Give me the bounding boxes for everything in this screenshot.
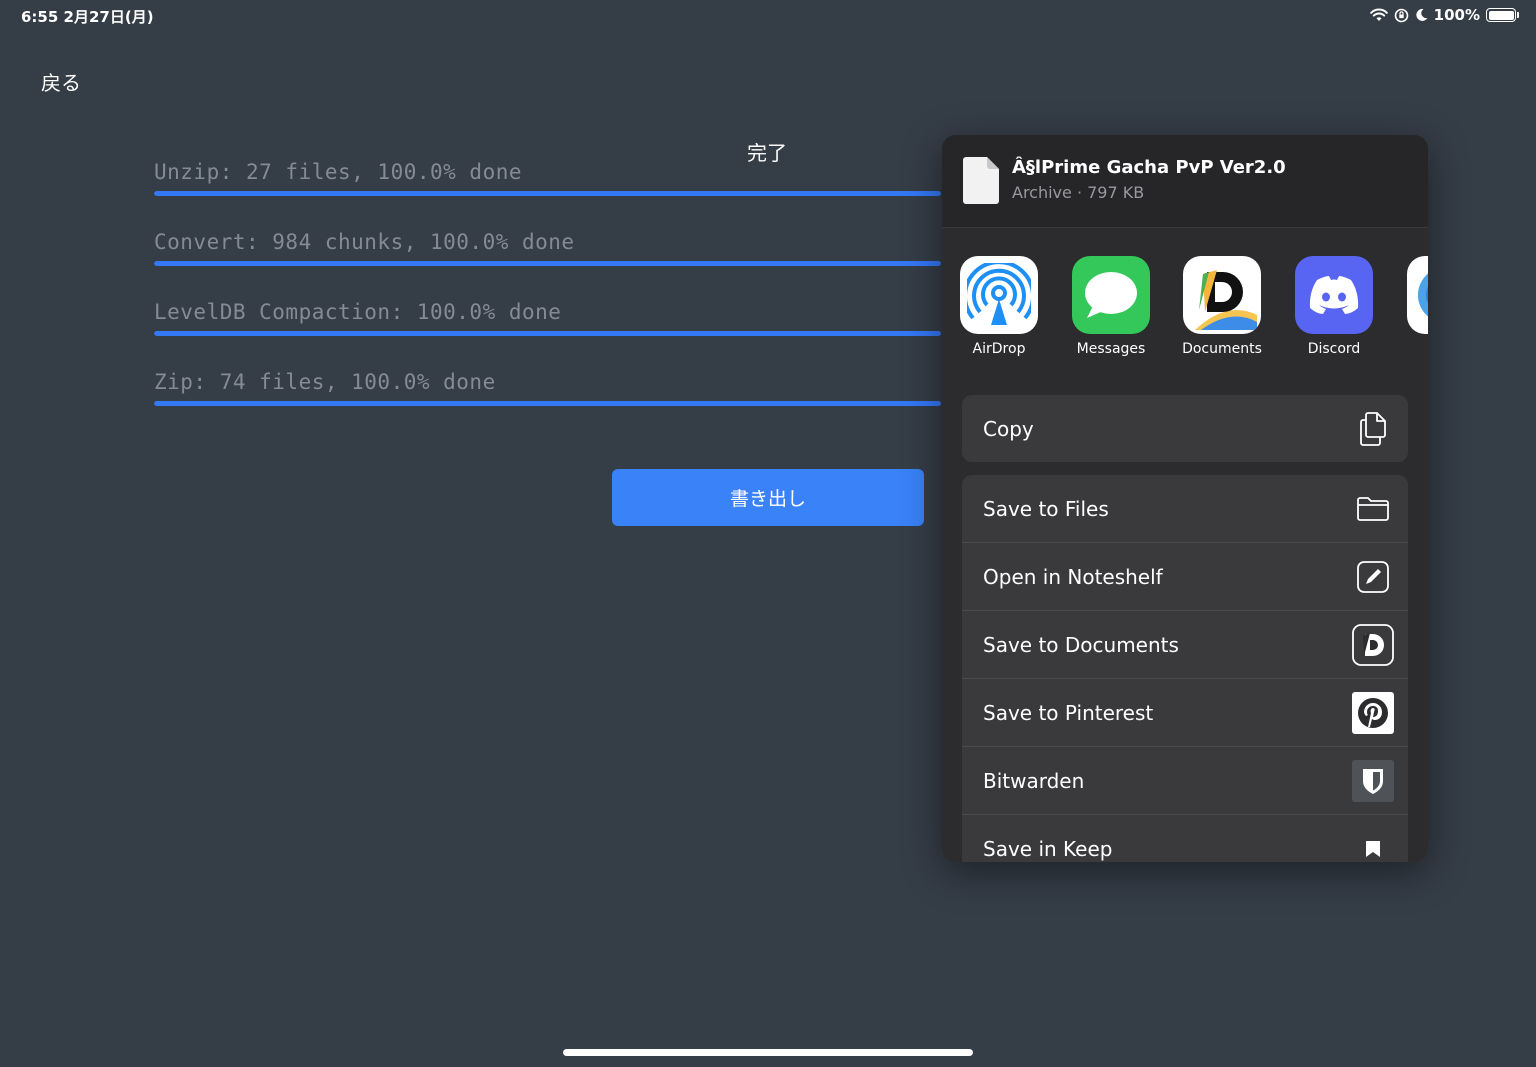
pencil-icon [1352, 556, 1394, 598]
action-label: Copy [983, 416, 1034, 441]
action-label: Save in Keep [983, 836, 1113, 861]
copy-icon [1352, 408, 1394, 450]
share-app-messages[interactable]: Messages [1061, 256, 1161, 357]
battery-fill [1488, 10, 1514, 20]
bitwarden-action[interactable]: Bitwarden [962, 746, 1408, 814]
documents-icon [1352, 623, 1394, 666]
share-app-discord[interactable]: Discord [1284, 256, 1384, 357]
progress-bar [154, 191, 941, 196]
battery-icon [1486, 8, 1519, 22]
file-icon [963, 157, 999, 204]
share-sheet: Â§lPrime Gacha PvP Ver2.0 Archive · 797 … [942, 135, 1428, 862]
progress-unzip: Unzip: 27 files, 100.0% done [154, 160, 941, 196]
progress-text: Zip: 74 files, 100.0% done [154, 370, 496, 394]
progress-zip: Zip: 74 files, 100.0% done [154, 370, 941, 406]
moon-icon [1415, 8, 1428, 22]
progress-fill [154, 261, 941, 266]
status-right: 100% [1369, 6, 1519, 24]
progress-text: Unzip: 27 files, 100.0% done [154, 160, 523, 184]
progress-text: Convert: 984 chunks, 100.0% done [154, 230, 575, 254]
share-app-airdrop[interactable]: AirDrop [949, 256, 1049, 357]
status-time: 6:55 2月27日(月) [21, 8, 154, 26]
messages-icon [1072, 256, 1150, 334]
airdrop-icon [960, 256, 1038, 334]
app-label: U [1396, 341, 1428, 357]
app-label: Discord [1307, 341, 1361, 357]
bookmark-icon [1352, 828, 1394, 863]
save-to-pinterest-action[interactable]: Save to Pinterest [962, 678, 1408, 746]
orientation-lock-icon [1394, 8, 1409, 23]
action-label: Save to Documents [983, 632, 1179, 657]
share-app-documents[interactable]: Documents [1172, 256, 1272, 357]
share-app-more[interactable]: U [1396, 256, 1428, 357]
app-row: AirDrop Messages Documents Discord [942, 256, 1428, 366]
folder-icon [1352, 488, 1394, 530]
back-button[interactable]: 戻る [41, 67, 81, 96]
progress-fill [154, 191, 941, 196]
progress-bar [154, 401, 941, 406]
documents-icon [1183, 256, 1261, 334]
progress-convert: Convert: 984 chunks, 100.0% done [154, 230, 941, 266]
app-label: AirDrop [972, 341, 1026, 357]
pinterest-icon [1352, 691, 1394, 734]
save-to-files-action[interactable]: Save to Files [962, 475, 1408, 542]
action-list: Save to Files Open in Noteshelf Save to … [962, 475, 1408, 862]
divider [942, 227, 1428, 228]
share-header: Â§lPrime Gacha PvP Ver2.0 Archive · 797 … [942, 135, 1428, 227]
save-to-documents-action[interactable]: Save to Documents [962, 610, 1408, 678]
progress-bar [154, 331, 941, 336]
app-label: Messages [1076, 341, 1146, 357]
progress-fill [154, 331, 941, 336]
action-label: Bitwarden [983, 768, 1085, 793]
discord-icon [1295, 256, 1373, 334]
action-label: Open in Noteshelf [983, 564, 1163, 589]
progress-bar [154, 261, 941, 266]
progress-text: LevelDB Compaction: 100.0% done [154, 300, 562, 324]
file-name: Â§lPrime Gacha PvP Ver2.0 [1012, 157, 1286, 178]
open-in-noteshelf-action[interactable]: Open in Noteshelf [962, 542, 1408, 610]
action-label: Save to Files [983, 496, 1109, 521]
file-meta: Archive · 797 KB [1012, 183, 1145, 202]
copy-group: Copy [962, 395, 1408, 462]
status-bar: 6:55 2月27日(月) 100% [0, 0, 1536, 32]
action-label: Save to Pinterest [983, 700, 1154, 725]
export-button[interactable]: 書き出し [612, 469, 924, 526]
app-icon [1407, 256, 1428, 334]
save-in-keep-action[interactable]: Save in Keep [962, 814, 1408, 862]
wifi-icon [1369, 8, 1388, 22]
shield-icon [1352, 759, 1394, 802]
battery-percent: 100% [1433, 6, 1480, 24]
progress-fill [154, 401, 941, 406]
home-indicator [563, 1049, 973, 1056]
progress-leveldb: LevelDB Compaction: 100.0% done [154, 300, 941, 336]
app-label: Documents [1182, 341, 1262, 357]
copy-action[interactable]: Copy [962, 395, 1408, 462]
